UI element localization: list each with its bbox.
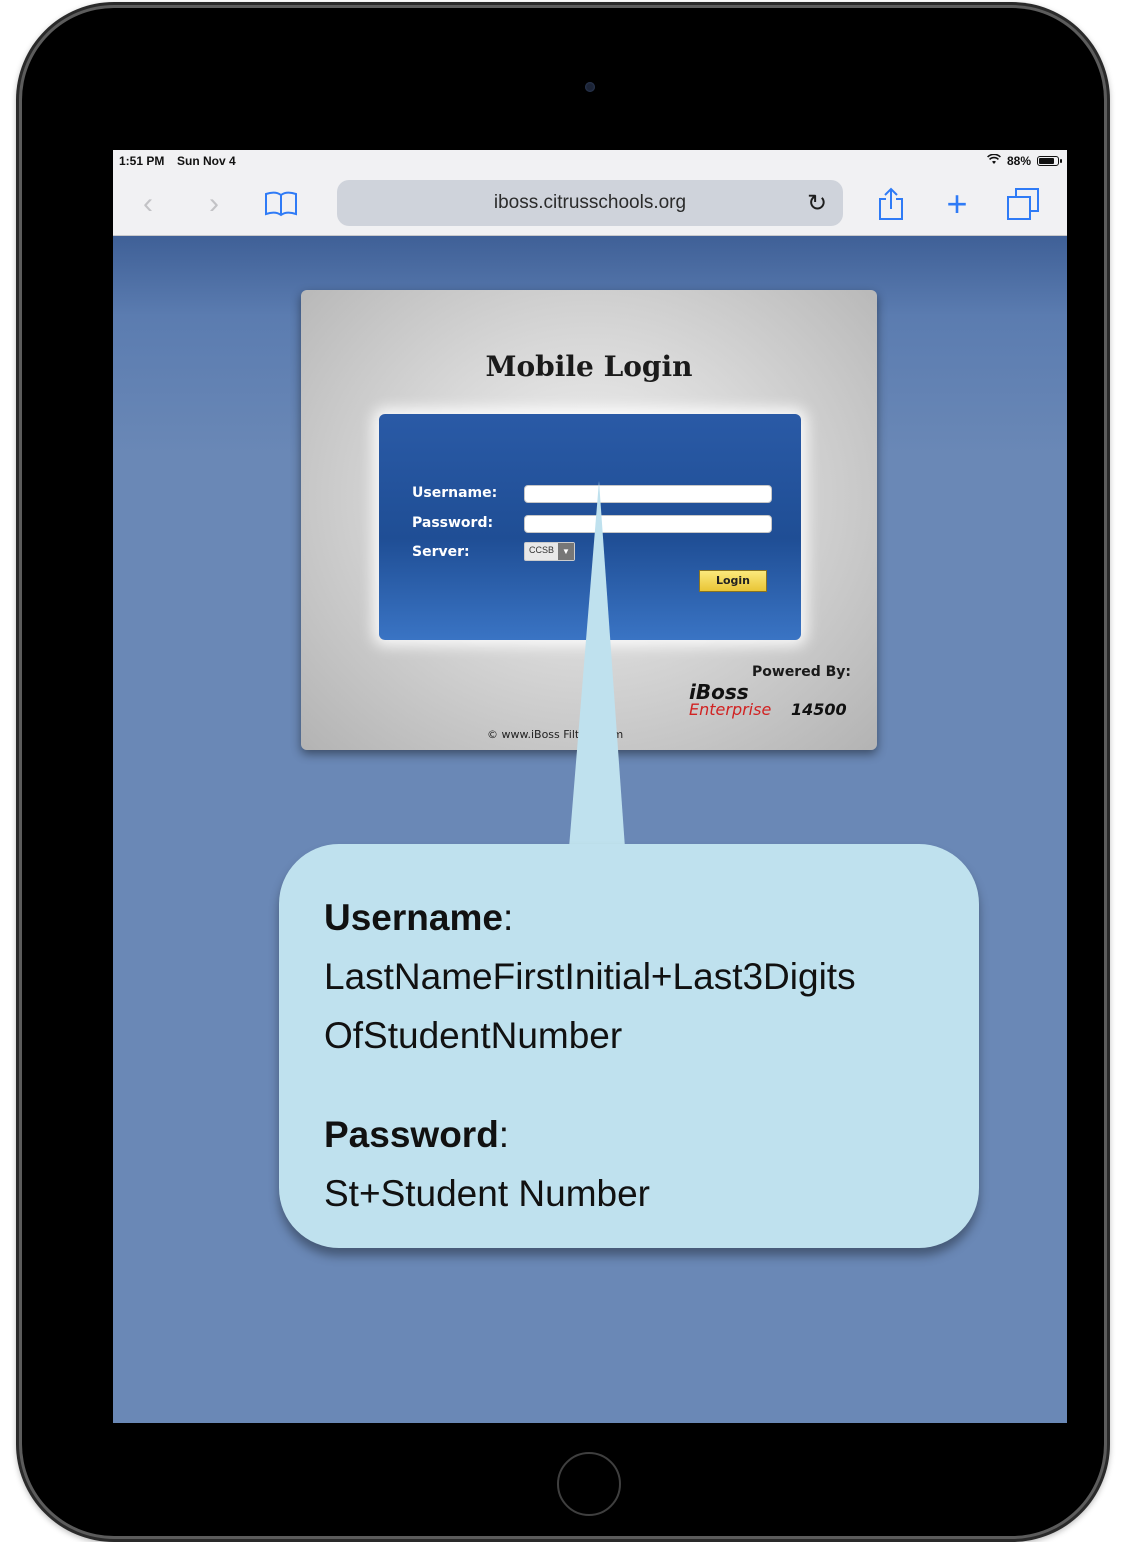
- callout-password-heading-line: Password:: [324, 1105, 856, 1164]
- callout-text: Username: LastNameFirstInitial+Last3Digi…: [324, 888, 856, 1223]
- chevron-down-icon: ▼: [558, 543, 575, 560]
- status-right: 88%: [987, 153, 1062, 168]
- iboss-logo: iBoss Enterprise 14500: [689, 680, 859, 724]
- callout-username-line1: LastNameFirstInitial+Last3Digits: [324, 956, 856, 997]
- login-card: Mobile Login Username: Password: Server:…: [301, 290, 877, 750]
- instruction-callout: Username: LastNameFirstInitial+Last3Digi…: [279, 844, 979, 1248]
- login-form: Username: Password: Server: CCSB ▼ Login: [379, 414, 801, 640]
- powered-by-label: Powered By:: [752, 664, 851, 680]
- home-button[interactable]: [557, 1452, 621, 1516]
- logo-model: 14500: [791, 700, 847, 719]
- callout-username-line2: OfStudentNumber: [324, 1015, 623, 1056]
- server-label: Server:: [412, 544, 470, 560]
- callout-username-heading: Username: [324, 897, 503, 938]
- status-time: 1:51 PM: [119, 154, 165, 168]
- login-title: Mobile Login: [485, 350, 693, 383]
- callout-password-colon: :: [498, 1114, 510, 1155]
- callout-spacer: [324, 1065, 856, 1105]
- back-icon[interactable]: ‹: [133, 172, 163, 236]
- screen: 1:51 PM Sun Nov 4 88% ‹ › iboss.citrussc…: [113, 150, 1067, 1423]
- password-input[interactable]: [524, 515, 772, 533]
- browser-toolbar: ‹ › iboss.citrusschools.org ↻ +: [113, 172, 1067, 236]
- battery-icon: [1037, 156, 1062, 166]
- tabs-icon[interactable]: [1001, 172, 1045, 236]
- username-input[interactable]: [524, 485, 772, 503]
- callout-password-line: St+Student Number: [324, 1173, 650, 1214]
- status-date: Sun Nov 4: [177, 154, 236, 168]
- server-select[interactable]: CCSB ▼: [524, 542, 576, 561]
- add-tab-icon[interactable]: +: [937, 172, 977, 236]
- bookmarks-icon[interactable]: [261, 172, 301, 236]
- url-text: iboss.citrusschools.org: [493, 192, 687, 213]
- callout-password-heading: Password: [324, 1114, 499, 1155]
- copyright-text: © www.iBoss Filters.com: [487, 728, 624, 741]
- username-label: Username:: [412, 485, 498, 501]
- web-content: Mobile Login Username: Password: Server:…: [113, 236, 1067, 1423]
- wifi-icon: [987, 153, 1001, 168]
- status-bar: 1:51 PM Sun Nov 4 88%: [113, 150, 1067, 172]
- front-camera: [585, 82, 595, 92]
- battery-percent: 88%: [1006, 154, 1031, 168]
- address-bar[interactable]: iboss.citrusschools.org ↻: [337, 180, 843, 226]
- ipad-device: 1:51 PM Sun Nov 4 88% ‹ › iboss.citrussc…: [22, 8, 1104, 1536]
- callout-username-colon: :: [502, 897, 514, 938]
- server-select-value: CCSB: [529, 545, 555, 555]
- share-icon[interactable]: [871, 172, 911, 236]
- forward-icon[interactable]: ›: [199, 172, 229, 236]
- callout-username-heading-line: Username:: [324, 888, 856, 947]
- logo-edition: Enterprise: [689, 700, 772, 719]
- login-button[interactable]: Login: [699, 570, 767, 592]
- password-label: Password:: [412, 515, 494, 531]
- reload-icon[interactable]: ↻: [801, 186, 833, 220]
